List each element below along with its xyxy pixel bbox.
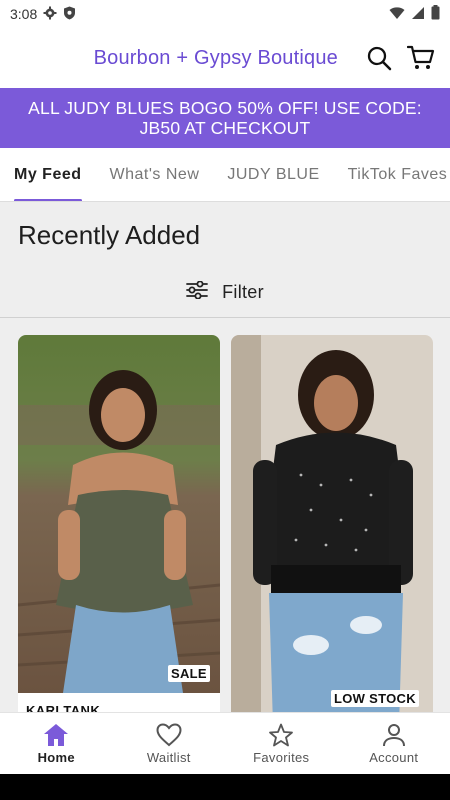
product-card[interactable]: LOW STOCK bbox=[231, 335, 433, 712]
status-time: 3:08 bbox=[10, 6, 38, 22]
account-icon bbox=[381, 722, 407, 748]
system-nav-bar bbox=[0, 774, 450, 800]
sale-badge: SALE bbox=[168, 665, 210, 682]
tab-judy-blue[interactable]: JUDY BLUE bbox=[213, 148, 333, 201]
wifi-icon bbox=[389, 6, 405, 23]
cart-icon[interactable] bbox=[406, 43, 436, 73]
settings-gear-icon bbox=[43, 6, 57, 23]
signal-icon bbox=[411, 6, 425, 23]
product-name[interactable]: KARI TANK bbox=[26, 703, 100, 712]
category-tabs: My Feed What's New JUDY BLUE TikTok Fave… bbox=[0, 148, 450, 202]
promo-line-2: JB50 AT CHECKOUT bbox=[139, 118, 311, 138]
app-header: Bourbon + Gypsy Boutique bbox=[0, 28, 450, 88]
shield-app-icon bbox=[63, 6, 76, 23]
feed-area[interactable]: Recently Added Filter SALE KARI TANK LOW… bbox=[0, 202, 450, 712]
battery-icon bbox=[431, 5, 440, 23]
heart-icon bbox=[156, 722, 182, 748]
low-stock-badge: LOW STOCK bbox=[331, 690, 419, 707]
nav-favorites-label: Favorites bbox=[253, 750, 310, 765]
promo-line-1: ALL JUDY BLUES BOGO 50% OFF! USE CODE: bbox=[28, 98, 422, 118]
brand-title[interactable]: Bourbon + Gypsy Boutique bbox=[94, 47, 338, 70]
section-title: Recently Added bbox=[18, 220, 201, 250]
product-image bbox=[18, 335, 220, 693]
tab-tiktok-faves[interactable]: TikTok Faves bbox=[334, 148, 450, 201]
nav-waitlist-label: Waitlist bbox=[146, 750, 191, 765]
star-icon bbox=[268, 722, 294, 748]
nav-favorites[interactable]: Favorites bbox=[225, 713, 338, 774]
bottom-nav: Home Waitlist Favorites Account bbox=[0, 712, 450, 774]
status-bar: 3:08 bbox=[0, 0, 450, 28]
home-icon bbox=[43, 722, 69, 748]
filter-button[interactable]: Filter bbox=[0, 268, 450, 318]
product-image bbox=[231, 335, 433, 712]
filter-sliders-icon bbox=[186, 280, 208, 304]
nav-waitlist[interactable]: Waitlist bbox=[113, 713, 226, 774]
nav-account[interactable]: Account bbox=[338, 713, 450, 774]
tab-my-feed[interactable]: My Feed bbox=[0, 148, 96, 201]
nav-home[interactable]: Home bbox=[0, 713, 113, 774]
tab-whats-new[interactable]: What's New bbox=[96, 148, 214, 201]
promo-banner[interactable]: ALL JUDY BLUES BOGO 50% OFF! USE CODE: J… bbox=[0, 88, 450, 148]
filter-label: Filter bbox=[222, 282, 264, 302]
product-card[interactable]: SALE KARI TANK bbox=[18, 335, 220, 712]
search-icon[interactable] bbox=[364, 43, 394, 73]
nav-home-label: Home bbox=[37, 750, 75, 765]
nav-account-label: Account bbox=[369, 750, 419, 765]
